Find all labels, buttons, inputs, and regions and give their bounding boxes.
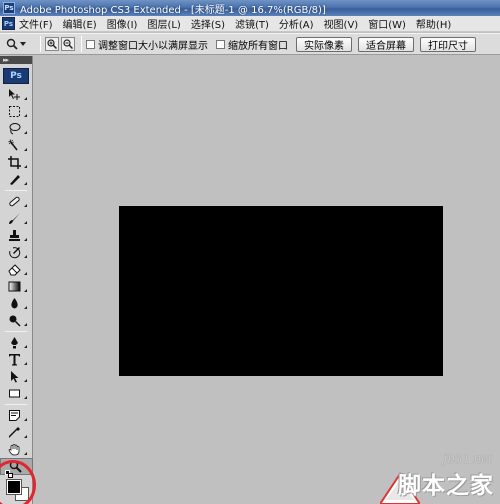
menu-analysis[interactable]: 分析(A) <box>279 16 314 31</box>
toolbox-grip[interactable]: ▸▸ <box>0 56 32 64</box>
toolbox: ▸▸ Ps <box>0 56 33 504</box>
toolbox-divider <box>5 331 27 332</box>
ps-logo-icon: Ps <box>2 17 15 30</box>
toolbox-divider <box>5 404 27 405</box>
hand-tool-icon <box>8 444 20 456</box>
watermark-name: 脚本之家 <box>398 473 494 499</box>
blur-tool-icon <box>11 298 18 309</box>
menu-window[interactable]: 窗口(W) <box>368 16 406 31</box>
lasso-tool-icon <box>9 123 21 135</box>
hand-tool[interactable] <box>0 441 33 458</box>
type-tool-icon <box>9 354 20 366</box>
checkbox-box[interactable] <box>216 39 225 49</box>
print-size-button[interactable]: 打印尺寸 <box>420 36 476 52</box>
window-title: Adobe Photoshop CS3 Extended - [未标题-1 @ … <box>20 4 326 16</box>
menu-file[interactable]: 文件(F) <box>19 16 53 31</box>
eyedropper-tool-icon <box>9 427 20 438</box>
healing-brush-tool[interactable] <box>0 193 33 210</box>
brush-tool[interactable] <box>0 210 33 227</box>
fit-screen-button[interactable]: 适合屏幕 <box>358 36 414 52</box>
resize-windows-checkbox[interactable]: 调整窗口大小以满屏显示 <box>86 37 208 52</box>
zoom-out-button[interactable] <box>61 37 75 51</box>
history-brush-tool[interactable] <box>0 244 33 261</box>
watermark: jb51.net 脚本之家 <box>330 414 500 504</box>
foreground-color-swatch[interactable] <box>6 479 22 495</box>
healing-brush-tool-icon <box>9 196 20 207</box>
type-tool[interactable] <box>0 351 33 368</box>
document-canvas[interactable] <box>119 206 443 376</box>
quick-selection-tool[interactable] <box>0 137 33 154</box>
default-colors-button[interactable] <box>5 470 13 478</box>
menu-bar: Ps 文件(F) 编辑(E) 图像(I) 图层(L) 选择(S) 滤镜(T) 分… <box>0 16 500 32</box>
zoom-all-windows-checkbox[interactable]: 缩放所有窗口 <box>216 37 288 52</box>
marquee-tool[interactable] <box>0 103 33 120</box>
menu-view[interactable]: 视图(V) <box>324 16 359 31</box>
menu-help[interactable]: 帮助(H) <box>416 16 451 31</box>
title-bar: Ps Adobe Photoshop CS3 Extended - [未标题-1… <box>0 0 500 16</box>
move-tool[interactable] <box>0 86 33 103</box>
photoshop-app-icon: Ps <box>3 2 15 14</box>
move-tool-icon <box>9 89 20 100</box>
divider <box>40 36 41 52</box>
crop-tool-icon <box>8 156 21 169</box>
menu-image[interactable]: 图像(I) <box>107 16 138 31</box>
dodge-tool-icon <box>9 315 21 327</box>
crop-tool[interactable] <box>0 154 33 171</box>
brush-tool-icon <box>9 213 20 224</box>
pen-tool-icon <box>11 337 18 349</box>
blur-tool[interactable] <box>0 295 33 312</box>
clone-stamp-tool[interactable] <box>0 227 33 244</box>
rectangle-tool[interactable] <box>0 385 33 402</box>
slice-tool-icon <box>10 175 20 185</box>
marquee-tool-icon <box>9 106 20 117</box>
quick-selection-tool-icon <box>8 139 18 151</box>
zoom-out-icon <box>63 39 73 49</box>
resize-windows-label: 调整窗口大小以满屏显示 <box>98 40 208 52</box>
zoom-in-icon <box>47 39 57 49</box>
notes-tool[interactable] <box>0 407 33 424</box>
zoom-in-button[interactable] <box>45 37 59 51</box>
slice-tool[interactable] <box>0 171 33 188</box>
notes-tool-icon <box>9 410 20 421</box>
pen-tool[interactable] <box>0 334 33 351</box>
menu-edit[interactable]: 编辑(E) <box>63 16 97 31</box>
zoom-tool-icon <box>6 38 18 50</box>
eraser-tool[interactable] <box>0 261 33 278</box>
color-swatches <box>4 468 30 502</box>
options-bar: 调整窗口大小以满屏显示 缩放所有窗口 实际像素 适合屏幕 打印尺寸 <box>0 33 500 55</box>
tool-preset-picker[interactable] <box>6 36 36 52</box>
gradient-tool[interactable] <box>0 278 33 295</box>
toolbox-divider <box>5 190 27 191</box>
menu-filter[interactable]: 滤镜(T) <box>235 16 269 31</box>
zoom-all-windows-label: 缩放所有窗口 <box>228 40 288 52</box>
checkbox-box[interactable] <box>86 39 95 49</box>
gradient-tool-icon <box>8 281 21 292</box>
dodge-tool[interactable] <box>0 312 33 329</box>
eyedropper-tool[interactable] <box>0 424 33 441</box>
menu-select[interactable]: 选择(S) <box>191 16 225 31</box>
clone-stamp-tool-icon <box>9 230 20 241</box>
lasso-tool[interactable] <box>0 120 33 137</box>
eraser-tool-icon <box>8 264 21 276</box>
menu-layer[interactable]: 图层(L) <box>147 16 180 31</box>
path-selection-tool[interactable] <box>0 368 33 385</box>
chevron-down-icon <box>20 42 26 46</box>
rectangle-tool-icon <box>9 389 20 398</box>
actual-pixels-button[interactable]: 实际像素 <box>296 36 352 52</box>
toolbox-ps-logo[interactable]: Ps <box>3 68 29 84</box>
divider <box>81 36 82 52</box>
path-selection-tool-icon <box>11 371 19 383</box>
history-brush-tool-icon <box>9 247 21 259</box>
